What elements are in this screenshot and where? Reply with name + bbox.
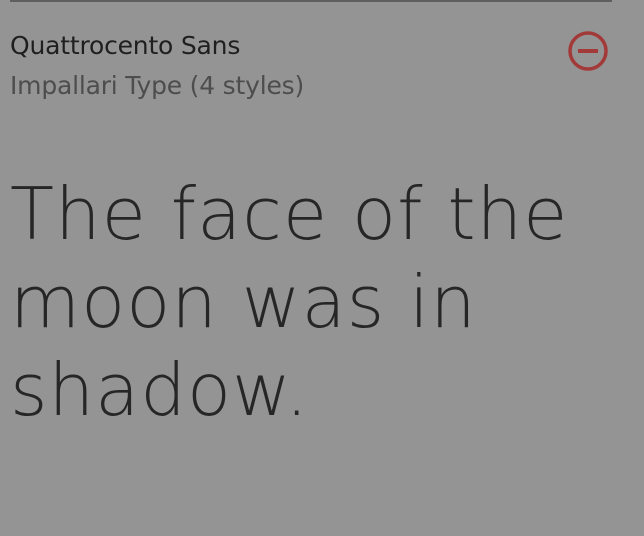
minus-circle-icon — [568, 31, 608, 71]
font-card: Quattrocento Sans Impallari Type (4 styl… — [0, 0, 644, 536]
sample-text: The face of the moon was in shadow. — [10, 170, 610, 434]
remove-font-button[interactable] — [566, 29, 610, 73]
sample-line-1: The face of the — [10, 172, 569, 256]
sample-line-3: shadow. — [10, 348, 310, 432]
font-name: Quattrocento Sans — [10, 31, 241, 60]
font-foundry: Impallari Type (4 styles) — [10, 71, 304, 100]
sample-line-2: moon was in — [10, 260, 477, 344]
